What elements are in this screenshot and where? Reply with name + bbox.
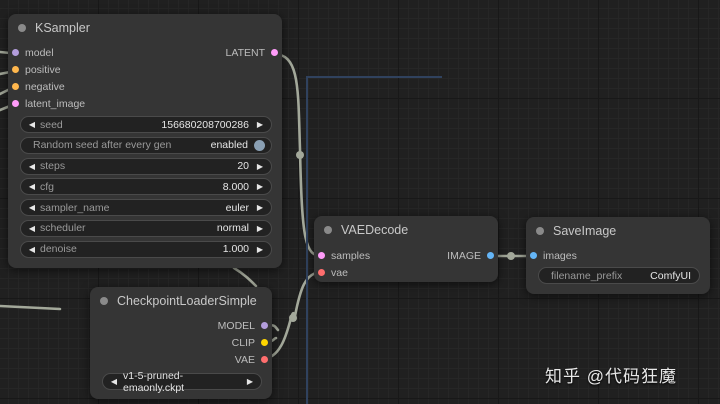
increment-arrow-icon[interactable]: ▶ (255, 203, 265, 212)
scheduler-combo[interactable]: ◀ scheduler normal ▶ (20, 219, 272, 237)
ksampler-header[interactable]: KSampler (8, 14, 282, 42)
slot-pin-icon[interactable] (12, 83, 19, 90)
link-midpoint-dot (507, 252, 515, 260)
widget-value[interactable]: normal (86, 222, 255, 234)
slot-pin-icon[interactable] (12, 66, 19, 73)
output-slot-image[interactable]: IMAGE (447, 247, 498, 264)
input-slot-negative[interactable]: negative (8, 78, 65, 95)
collapse-dot-icon[interactable] (324, 226, 332, 234)
input-slot-positive[interactable]: positive (8, 61, 61, 78)
slot-pin-icon[interactable] (261, 322, 268, 329)
cfg-widget[interactable]: ◀ cfg 8.000 ▶ (20, 178, 272, 196)
slot-pin-icon[interactable] (271, 49, 278, 56)
node-title: VAEDecode (341, 223, 409, 237)
link-checkpoint-left-out (0, 304, 62, 311)
output-slot-vae[interactable]: VAE (235, 351, 272, 368)
checkpoint-loader-node[interactable]: CheckpointLoaderSimple MODEL CLIP VAE ◀ … (90, 287, 272, 399)
decrement-arrow-icon[interactable]: ◀ (27, 182, 37, 191)
increment-arrow-icon[interactable]: ▶ (255, 162, 265, 171)
increment-arrow-icon[interactable]: ▶ (255, 182, 265, 191)
saveimage-header[interactable]: SaveImage (526, 217, 710, 245)
slot-row-model: model LATENT (8, 44, 282, 61)
slot-pin-icon[interactable] (487, 252, 494, 259)
ksampler-node[interactable]: KSampler model LATENT positive negative (8, 14, 282, 268)
slot-pin-icon[interactable] (318, 269, 325, 276)
checkpoint-loader-header[interactable]: CheckpointLoaderSimple (90, 287, 272, 315)
widget-label: denoise (40, 243, 77, 256)
slot-row-samples: samples IMAGE (314, 247, 498, 264)
widget-value[interactable]: euler (109, 202, 255, 214)
decrement-arrow-icon[interactable]: ◀ (27, 245, 37, 254)
link-midpoint-dot (289, 314, 297, 322)
control-after-generate-toggle[interactable]: Random seed after every gen enabled (20, 136, 272, 154)
decrement-arrow-icon[interactable]: ◀ (27, 203, 37, 212)
node-title: KSampler (35, 21, 90, 35)
link-midpoint-dot (296, 151, 304, 159)
widget-value[interactable]: ComfyUI (622, 270, 693, 282)
collapse-dot-icon[interactable] (536, 227, 544, 235)
widget-label: scheduler (40, 222, 86, 235)
slot-row-model-out: MODEL (90, 317, 272, 334)
seed-widget[interactable]: ◀ seed 156680208700286 ▶ (20, 116, 272, 133)
slot-row-positive: positive (8, 61, 282, 78)
slot-row-vae-out: VAE (90, 351, 272, 368)
slot-pin-icon[interactable] (318, 252, 325, 259)
collapse-dot-icon[interactable] (100, 297, 108, 305)
filename-prefix-field[interactable]: filename_prefix ComfyUI (538, 267, 700, 284)
widget-value[interactable]: 20 (65, 160, 255, 172)
widget-value[interactable]: 156680208700286 (63, 119, 255, 131)
widget-label: sampler_name (40, 201, 110, 214)
increment-arrow-icon[interactable]: ▶ (255, 224, 265, 233)
slot-pin-icon[interactable] (12, 100, 19, 107)
widget-label: filename_prefix (551, 269, 623, 282)
increment-arrow-icon[interactable]: ▶ (255, 120, 265, 129)
output-slot-model[interactable]: MODEL (218, 317, 272, 334)
denoise-widget[interactable]: ◀ denoise 1.000 ▶ (20, 240, 272, 258)
slot-label: latent_image (25, 97, 86, 110)
decrement-arrow-icon[interactable]: ◀ (27, 120, 37, 129)
node-title: SaveImage (553, 224, 617, 238)
sampler-name-combo[interactable]: ◀ sampler_name euler ▶ (20, 199, 272, 217)
saveimage-node[interactable]: SaveImage images filename_prefix ComfyUI (526, 217, 710, 294)
decrement-arrow-icon[interactable]: ◀ (27, 162, 37, 171)
slot-row-vae: vae (314, 264, 498, 281)
collapse-dot-icon[interactable] (18, 24, 26, 32)
vaedecode-node[interactable]: VAEDecode samples IMAGE vae (314, 216, 498, 282)
widget-value: enabled (210, 139, 248, 152)
widget-label: seed (40, 118, 63, 131)
input-slot-images[interactable]: images (526, 247, 577, 264)
slot-row-clip-out: CLIP (90, 334, 272, 351)
steps-widget[interactable]: ◀ steps 20 ▶ (20, 157, 272, 175)
decrement-arrow-icon[interactable]: ◀ (109, 377, 119, 386)
toggle-knob-icon[interactable] (254, 139, 265, 151)
widget-value[interactable]: 1.000 (77, 243, 255, 255)
output-slot-clip[interactable]: CLIP (232, 334, 272, 351)
increment-arrow-icon[interactable]: ▶ (245, 377, 255, 386)
slot-row-latent-image: latent_image (8, 95, 282, 112)
ckpt-name-combo[interactable]: ◀ v1-5-pruned-emaonly.ckpt ▶ (102, 370, 262, 394)
input-slot-latent-image[interactable]: latent_image (8, 95, 85, 112)
widget-value[interactable]: 8.000 (54, 181, 255, 193)
increment-arrow-icon[interactable]: ▶ (255, 245, 265, 254)
vaedecode-header[interactable]: VAEDecode (314, 216, 498, 244)
output-slot-latent[interactable]: LATENT (226, 44, 282, 61)
input-slot-samples[interactable]: samples (314, 247, 370, 264)
widget-value[interactable]: v1-5-pruned-emaonly.ckpt (119, 370, 245, 394)
slot-pin-icon[interactable] (261, 356, 268, 363)
widget-label: cfg (40, 180, 55, 193)
input-slot-model[interactable]: model (8, 44, 54, 61)
widget-label: steps (40, 160, 66, 173)
decrement-arrow-icon[interactable]: ◀ (27, 224, 37, 233)
link-to-behind-checkpoint (232, 266, 258, 288)
slot-pin-icon[interactable] (261, 339, 268, 346)
slot-pin-icon[interactable] (12, 49, 19, 56)
input-slot-vae[interactable]: vae (314, 264, 348, 281)
slot-pin-icon[interactable] (530, 252, 537, 259)
widget-label: Random seed after every gen (33, 139, 172, 152)
node-title: CheckpointLoaderSimple (117, 294, 257, 308)
slot-row-images: images (526, 247, 710, 264)
watermark-text: 知乎 @代码狂魔 (545, 367, 677, 386)
slot-row-negative: negative (8, 78, 282, 95)
